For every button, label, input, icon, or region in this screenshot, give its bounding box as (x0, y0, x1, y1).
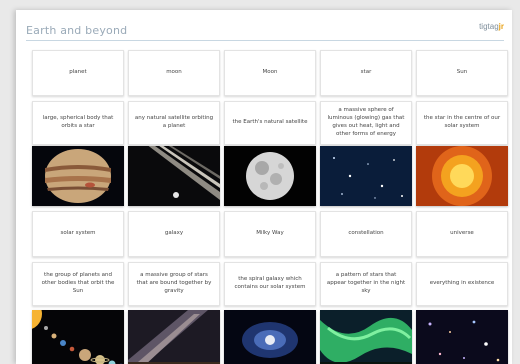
definition-card[interactable]: a massive sphere of luminous (glowing) g… (320, 101, 412, 145)
brand-name: tigtag (479, 22, 499, 31)
word-card[interactable]: universe (416, 211, 508, 257)
starfield-image[interactable] (320, 146, 412, 206)
word-card[interactable]: solar system (32, 211, 124, 257)
saturn-rings-image[interactable] (128, 146, 220, 206)
definition-card[interactable]: the Earth's natural satellite (224, 101, 316, 145)
brand-logo: tigtagjr (479, 22, 504, 31)
word-card[interactable]: Sun (416, 50, 508, 96)
page-title: Earth and beyond (26, 24, 128, 37)
word-card[interactable]: Moon (224, 50, 316, 96)
milky-band-image[interactable] (128, 310, 220, 364)
full-moon-image[interactable] (224, 146, 316, 206)
definition-card[interactable]: the spiral galaxy which contains our sol… (224, 262, 316, 306)
definition-card[interactable]: a pattern of stars that appear together … (320, 262, 412, 306)
aurora-image[interactable] (320, 310, 412, 364)
deep-field-image[interactable] (416, 310, 508, 364)
brand-mark: jr (498, 22, 504, 31)
word-card[interactable]: star (320, 50, 412, 96)
spiral-galaxy-image[interactable] (224, 310, 316, 364)
title-divider (26, 40, 504, 41)
sun-image[interactable] (416, 146, 508, 206)
worksheet-page: Earth and beyond tigtagjr planet moon Mo… (16, 10, 512, 364)
word-card[interactable]: Milky Way (224, 211, 316, 257)
definition-card[interactable]: a massive group of stars that are bound … (128, 262, 220, 306)
definition-card[interactable]: the star in the centre of our solar syst… (416, 101, 508, 145)
header: Earth and beyond tigtagjr (16, 10, 512, 50)
word-card[interactable]: planet (32, 50, 124, 96)
solar-system-image[interactable] (32, 310, 124, 364)
word-card[interactable]: constellation (320, 211, 412, 257)
definition-card[interactable]: any natural satellite orbiting a planet (128, 101, 220, 145)
jupiter-image[interactable] (32, 146, 124, 206)
definition-card[interactable]: everything in existence (416, 262, 508, 306)
definition-card[interactable]: the group of planets and other bodies th… (32, 262, 124, 306)
definition-card[interactable]: large, spherical body that orbits a star (32, 101, 124, 145)
word-card[interactable]: moon (128, 50, 220, 96)
word-card[interactable]: galaxy (128, 211, 220, 257)
card-grid: planet moon Moon star Sun large, spheric… (32, 50, 508, 364)
